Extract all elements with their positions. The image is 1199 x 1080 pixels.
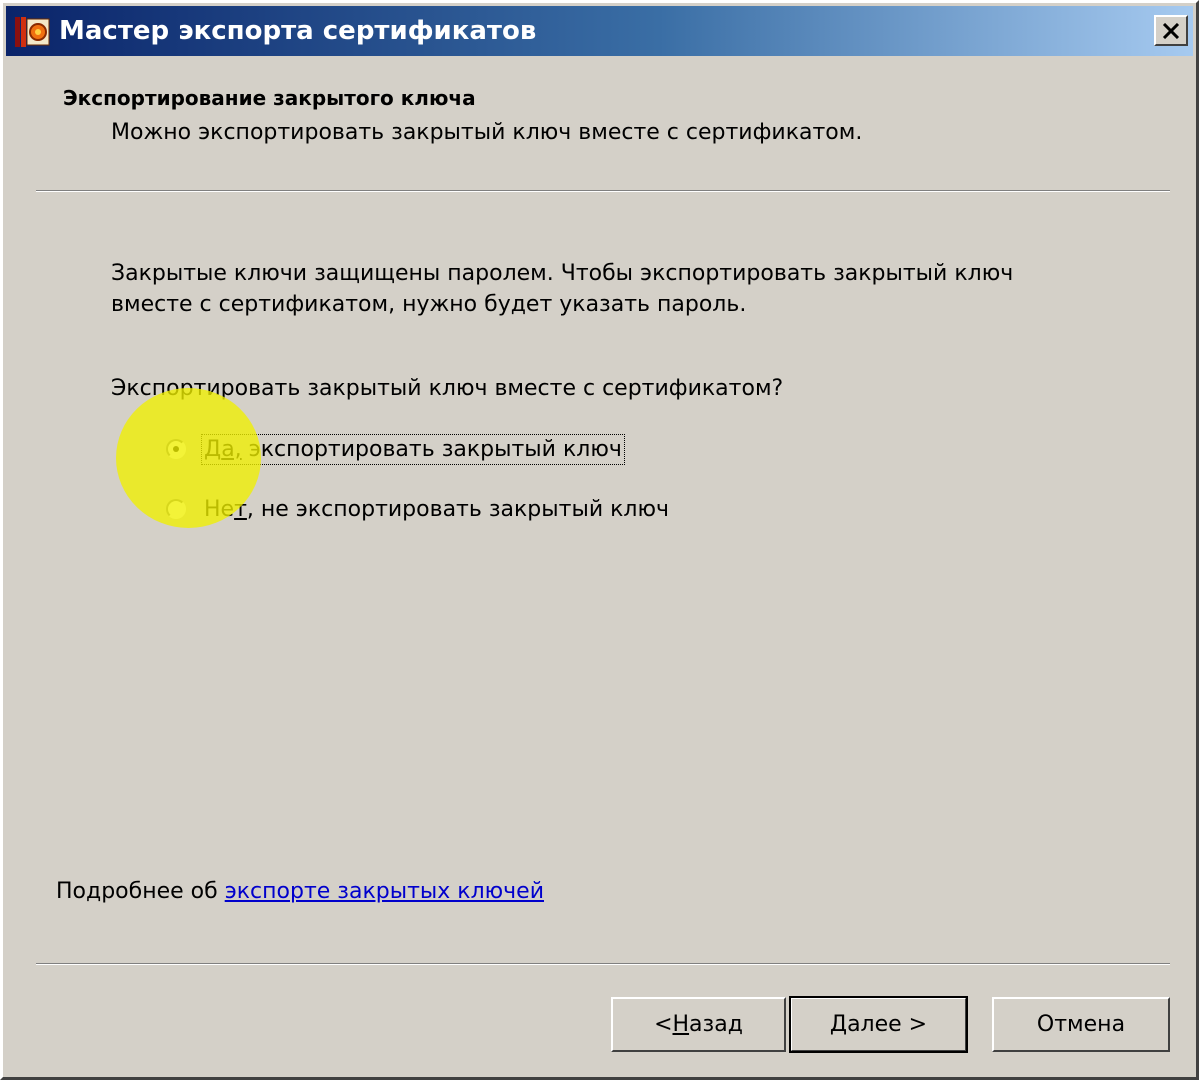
- page-header-subtitle: Можно экспортировать закрытый ключ вмест…: [111, 120, 863, 145]
- radio-no-label[interactable]: Нет, не экспортировать закрытый ключ: [204, 497, 669, 522]
- radio-yes-label[interactable]: Да, экспортировать закрытый ключ: [201, 433, 625, 465]
- button-label-part: азад: [689, 1012, 743, 1037]
- label-part: экспортировать закрытый ключ: [241, 436, 622, 462]
- title-bar[interactable]: Мастер экспорта сертификатов: [6, 6, 1193, 56]
- label-part: Не: [204, 496, 235, 522]
- radio-button-selected[interactable]: [166, 439, 186, 459]
- accelerator-key: т: [234, 496, 247, 522]
- radio-dot: [173, 446, 179, 452]
- certificate-app-icon: [15, 17, 50, 47]
- close-button[interactable]: [1154, 15, 1188, 46]
- window-title: Мастер экспорта сертификатов: [59, 16, 537, 46]
- description-text: Закрытые ключи защищены паролем. Чтобы э…: [111, 258, 1151, 320]
- export-question: Экспортировать закрытый ключ вместе с се…: [111, 376, 784, 401]
- description-line: Закрытые ключи защищены паролем. Чтобы э…: [111, 261, 1014, 286]
- cancel-button[interactable]: Отмена: [992, 997, 1170, 1052]
- accelerator-key: Д: [204, 436, 222, 462]
- footer-divider: [36, 963, 1170, 965]
- label-part: а,: [221, 436, 242, 462]
- header-divider: [36, 190, 1170, 192]
- page-header-title: Экспортирование закрытого ключа: [63, 86, 476, 110]
- radio-button-unselected[interactable]: [166, 499, 186, 519]
- more-info-text: Подробнее об экспорте закрытых ключей: [56, 879, 544, 904]
- button-label-part: алее >: [847, 1012, 928, 1037]
- more-info-prefix: Подробнее об: [56, 879, 225, 904]
- close-icon: [1162, 22, 1180, 39]
- label-part: , не экспортировать закрытый ключ: [246, 496, 669, 522]
- accelerator-key: Н: [672, 1012, 690, 1037]
- certificate-export-wizard-window: Мастер экспорта сертификатов Экспортиров…: [0, 0, 1199, 1080]
- accelerator-key: Д: [829, 1012, 848, 1037]
- next-button[interactable]: Далее >: [789, 996, 968, 1053]
- back-button[interactable]: < Назад: [611, 997, 786, 1052]
- button-label-part: <: [654, 1012, 673, 1037]
- export-private-keys-link[interactable]: экспорте закрытых ключей: [225, 879, 544, 904]
- description-line: вместе с сертификатом, нужно будет указа…: [111, 292, 747, 317]
- radio-yes-export-key[interactable]: Да, экспортировать закрытый ключ: [166, 433, 625, 465]
- radio-no-export-key[interactable]: Нет, не экспортировать закрытый ключ: [166, 494, 669, 524]
